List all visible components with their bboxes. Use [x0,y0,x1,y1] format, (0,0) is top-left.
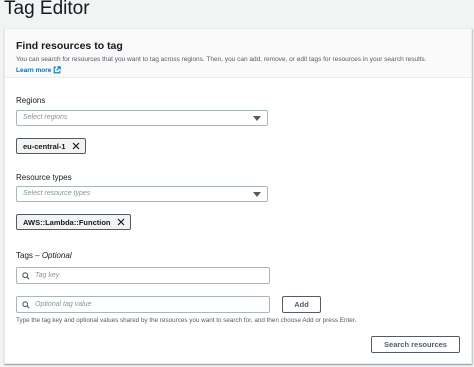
tag-key-input[interactable]: Tag key [16,267,270,284]
tags-label-separator: – [32,251,42,260]
learn-more-label: Learn more [16,66,52,74]
tag-key-placeholder: Tag key [35,271,60,279]
search-resources-button[interactable]: Search resources [371,336,460,353]
tag-value-input[interactable]: Optional tag value [16,296,270,313]
regions-placeholder: Select regions [23,114,68,121]
close-icon[interactable] [72,142,80,150]
add-tag-button[interactable]: Add [282,296,321,313]
tags-hint: Type the tag key and optional values sha… [16,317,357,324]
tags-optional-label: Optional [41,251,72,260]
caret-down-icon [253,116,261,121]
resource-type-token: AWS::Lambda::Function [16,214,131,230]
regions-label: Regions [16,96,46,105]
caret-down-icon [253,192,261,197]
panel-title: Find resources to tag [16,40,123,52]
tags-label: Tags – Optional [16,251,72,260]
regions-select[interactable]: Select regions [16,110,268,126]
page-title: Tag Editor [4,0,90,19]
learn-more-link[interactable]: Learn more [16,66,62,74]
find-resources-panel: Find resources to tag You can search for… [4,28,472,364]
close-icon[interactable] [117,218,125,226]
panel-description: You can search for resources that you wa… [16,56,427,63]
resource-types-label: Resource types [16,173,72,182]
resource-types-select[interactable]: Select resource types [16,186,268,202]
resource-types-placeholder: Select resource types [23,190,91,197]
tag-value-placeholder: Optional tag value [35,300,92,308]
resource-type-token-label: AWS::Lambda::Function [23,217,111,227]
panel-header: Find resources to tag You can search for… [5,29,471,78]
external-link-icon [54,66,62,74]
tags-label-text: Tags [16,251,33,260]
search-icon [22,272,30,280]
region-token-label: eu-central-1 [23,141,66,151]
search-icon [22,301,30,309]
region-token: eu-central-1 [16,138,86,154]
